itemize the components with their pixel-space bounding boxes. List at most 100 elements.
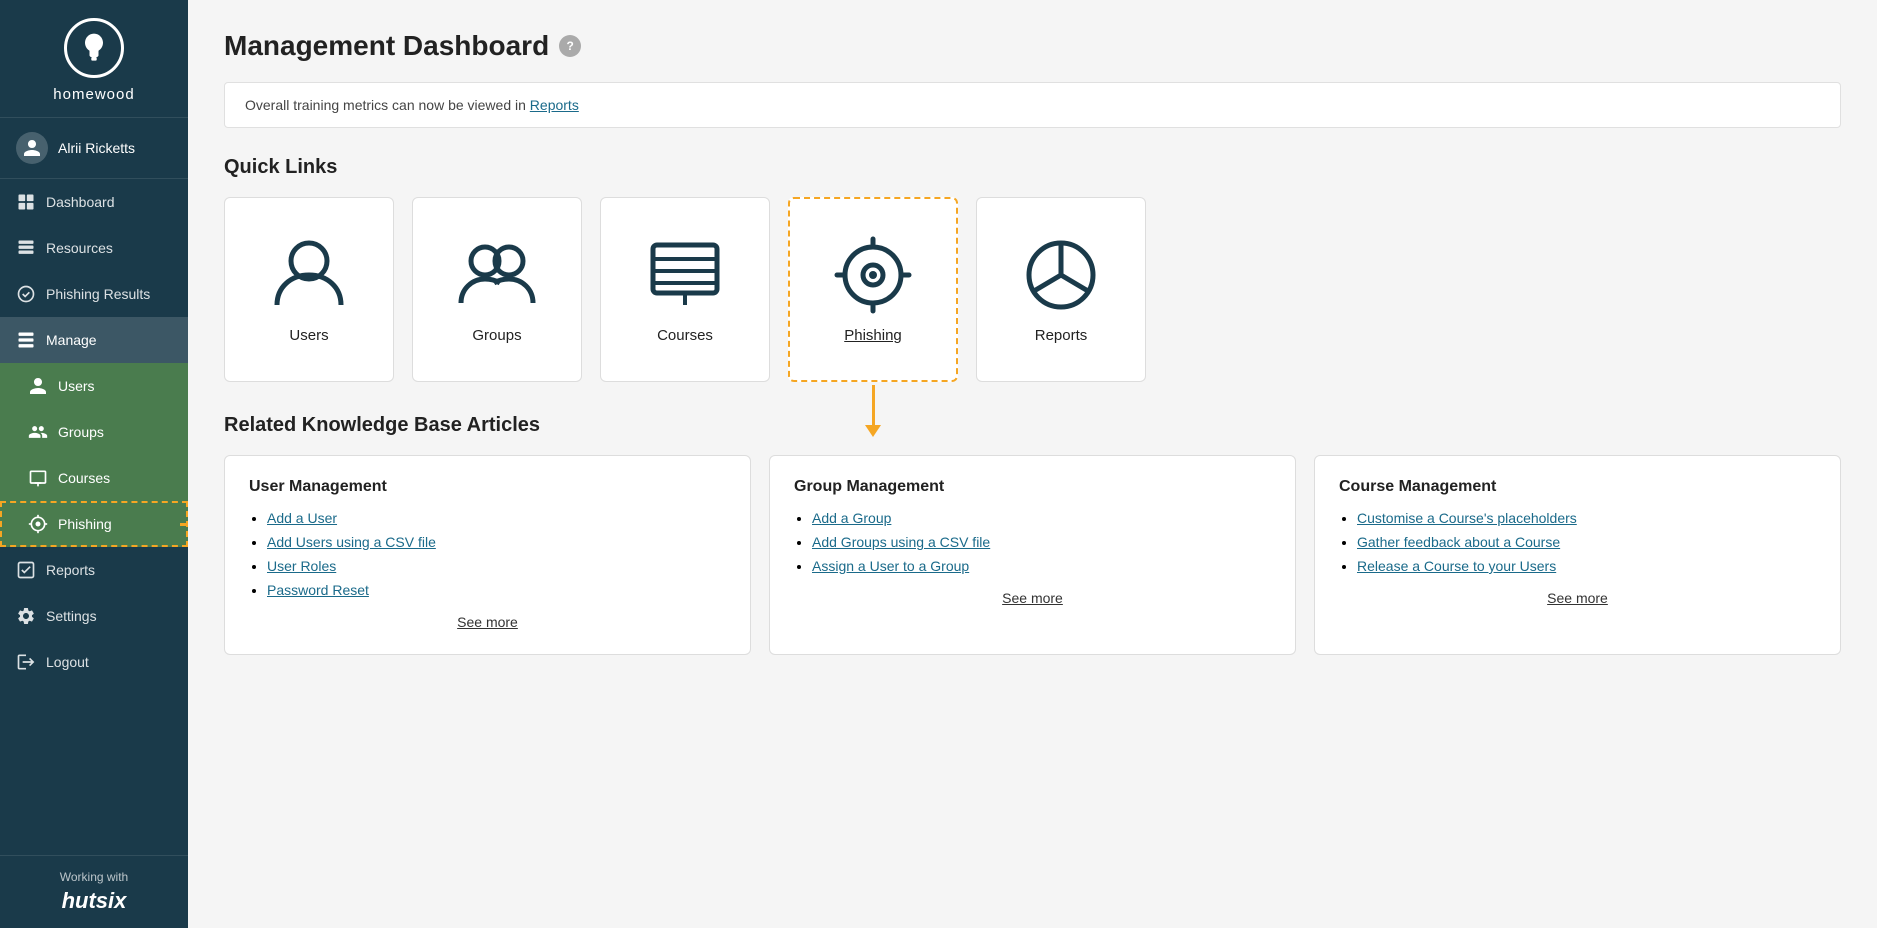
sidebar-item-phishing-results[interactable]: Phishing Results bbox=[0, 271, 188, 317]
user-icon bbox=[22, 138, 42, 158]
quick-link-phishing[interactable]: Phishing bbox=[788, 197, 958, 382]
kb-link[interactable]: Customise a Course's placeholders bbox=[1357, 510, 1577, 526]
kb-link[interactable]: Password Reset bbox=[267, 582, 369, 598]
phishing-ql-icon bbox=[833, 235, 913, 315]
logo-svg bbox=[76, 30, 112, 66]
sidebar-item-courses[interactable]: Courses bbox=[0, 455, 188, 501]
see-more-link[interactable]: See more bbox=[1547, 590, 1608, 606]
kb-link[interactable]: Add a User bbox=[267, 510, 337, 526]
list-item: Customise a Course's placeholders bbox=[1357, 510, 1816, 526]
dashboard-icon bbox=[16, 192, 36, 212]
quick-link-courses[interactable]: Courses bbox=[600, 197, 770, 382]
sidebar-label-dashboard: Dashboard bbox=[46, 194, 115, 210]
sidebar-label-settings: Settings bbox=[46, 608, 97, 624]
quick-link-reports[interactable]: Reports bbox=[976, 197, 1146, 382]
info-bar-text: Overall training metrics can now be view… bbox=[245, 97, 530, 113]
resources-icon bbox=[16, 238, 36, 258]
info-bar-reports-link[interactable]: Reports bbox=[530, 97, 579, 113]
help-icon[interactable]: ? bbox=[559, 35, 581, 57]
phishing-ql-wrapper: Phishing bbox=[788, 197, 958, 382]
list-item: Assign a User to a Group bbox=[812, 558, 1271, 574]
info-bar: Overall training metrics can now be view… bbox=[224, 82, 1841, 128]
sidebar-footer: Working with hutsix bbox=[0, 855, 188, 928]
courses-icon bbox=[28, 468, 48, 488]
kb-card-course-management: Course Management Customise a Course's p… bbox=[1314, 455, 1841, 655]
quick-link-users[interactable]: Users bbox=[224, 197, 394, 382]
kb-card-user-management-title: User Management bbox=[249, 478, 726, 496]
logo-icon bbox=[64, 18, 124, 78]
kb-link[interactable]: Assign a User to a Group bbox=[812, 558, 969, 574]
user-name: Alrii Ricketts bbox=[58, 140, 135, 156]
sidebar-user: Alrii Ricketts bbox=[0, 118, 188, 179]
phishing-nav-icon bbox=[28, 514, 48, 534]
sidebar-item-groups[interactable]: Groups bbox=[0, 409, 188, 455]
kb-link[interactable]: Release a Course to your Users bbox=[1357, 558, 1556, 574]
kb-card-group-management-links: Add a Group Add Groups using a CSV file … bbox=[794, 510, 1271, 574]
sidebar-label-reports: Reports bbox=[46, 562, 95, 578]
courses-ql-icon bbox=[645, 235, 725, 315]
list-item: Release a Course to your Users bbox=[1357, 558, 1816, 574]
quick-link-groups[interactable]: Groups bbox=[412, 197, 582, 382]
quick-links-title: Quick Links bbox=[224, 156, 1841, 179]
reports-ql-icon bbox=[1021, 235, 1101, 315]
kb-card-group-management: Group Management Add a Group Add Groups … bbox=[769, 455, 1296, 655]
logout-icon bbox=[16, 652, 36, 672]
main-content: Management Dashboard ? Overall training … bbox=[188, 0, 1877, 928]
sidebar-label-manage: Manage bbox=[46, 332, 97, 348]
sidebar-item-logout[interactable]: Logout bbox=[0, 639, 188, 685]
groups-icon bbox=[28, 422, 48, 442]
users-ql-icon bbox=[269, 235, 349, 315]
phishing-results-icon bbox=[16, 284, 36, 304]
kb-link[interactable]: User Roles bbox=[267, 558, 336, 574]
users-icon bbox=[28, 376, 48, 396]
quick-link-groups-label: Groups bbox=[472, 327, 521, 344]
avatar bbox=[16, 132, 48, 164]
list-item: User Roles bbox=[267, 558, 726, 574]
sidebar-item-manage[interactable]: Manage bbox=[0, 317, 188, 363]
sidebar-nav: Dashboard Resources Phishing Results Man… bbox=[0, 179, 188, 855]
reports-icon bbox=[16, 560, 36, 580]
footer-working-with: Working with bbox=[16, 870, 172, 884]
list-item: Add a User bbox=[267, 510, 726, 526]
kb-link[interactable]: Add a Group bbox=[812, 510, 891, 526]
sidebar-item-reports[interactable]: Reports bbox=[0, 547, 188, 593]
sidebar-label-groups: Groups bbox=[58, 424, 104, 440]
see-more-link[interactable]: See more bbox=[1002, 590, 1063, 606]
sidebar-logo: homewood bbox=[0, 0, 188, 118]
kb-link[interactable]: Gather feedback about a Course bbox=[1357, 534, 1560, 550]
groups-ql-icon bbox=[457, 235, 537, 315]
kb-link[interactable]: Add Groups using a CSV file bbox=[812, 534, 990, 550]
kb-see-more-user: See more bbox=[249, 614, 726, 632]
sidebar-item-settings[interactable]: Settings bbox=[0, 593, 188, 639]
quick-link-reports-label: Reports bbox=[1035, 327, 1088, 344]
list-item: Add a Group bbox=[812, 510, 1271, 526]
kb-card-course-management-links: Customise a Course's placeholders Gather… bbox=[1339, 510, 1816, 574]
quick-link-courses-label: Courses bbox=[657, 327, 713, 344]
sidebar-label-resources: Resources bbox=[46, 240, 113, 256]
quick-links-container: Users Groups bbox=[224, 197, 1841, 382]
kb-card-user-management-links: Add a User Add Users using a CSV file Us… bbox=[249, 510, 726, 598]
quick-link-users-label: Users bbox=[289, 327, 328, 344]
logo-text: homewood bbox=[53, 86, 134, 103]
kb-grid: User Management Add a User Add Users usi… bbox=[224, 455, 1841, 655]
see-more-link[interactable]: See more bbox=[457, 614, 518, 630]
sidebar-item-dashboard[interactable]: Dashboard bbox=[0, 179, 188, 225]
kb-card-group-management-title: Group Management bbox=[794, 478, 1271, 496]
kb-link[interactable]: Add Users using a CSV file bbox=[267, 534, 436, 550]
kb-card-user-management: User Management Add a User Add Users usi… bbox=[224, 455, 751, 655]
quick-link-phishing-label: Phishing bbox=[844, 327, 902, 344]
sidebar-item-phishing[interactable]: Phishing bbox=[0, 501, 188, 547]
settings-icon bbox=[16, 606, 36, 626]
kb-see-more-group: See more bbox=[794, 590, 1271, 608]
list-item: Add Users using a CSV file bbox=[267, 534, 726, 550]
sidebar-label-phishing-results: Phishing Results bbox=[46, 286, 150, 302]
sidebar-item-resources[interactable]: Resources bbox=[0, 225, 188, 271]
list-item: Gather feedback about a Course bbox=[1357, 534, 1816, 550]
sidebar-label-courses: Courses bbox=[58, 470, 110, 486]
sidebar: homewood Alrii Ricketts Dashboard Resour… bbox=[0, 0, 188, 928]
kb-see-more-course: See more bbox=[1339, 590, 1816, 608]
manage-icon bbox=[16, 330, 36, 350]
sidebar-item-users[interactable]: Users bbox=[0, 363, 188, 409]
kb-card-course-management-title: Course Management bbox=[1339, 478, 1816, 496]
page-title: Management Dashboard ? bbox=[224, 30, 1841, 62]
